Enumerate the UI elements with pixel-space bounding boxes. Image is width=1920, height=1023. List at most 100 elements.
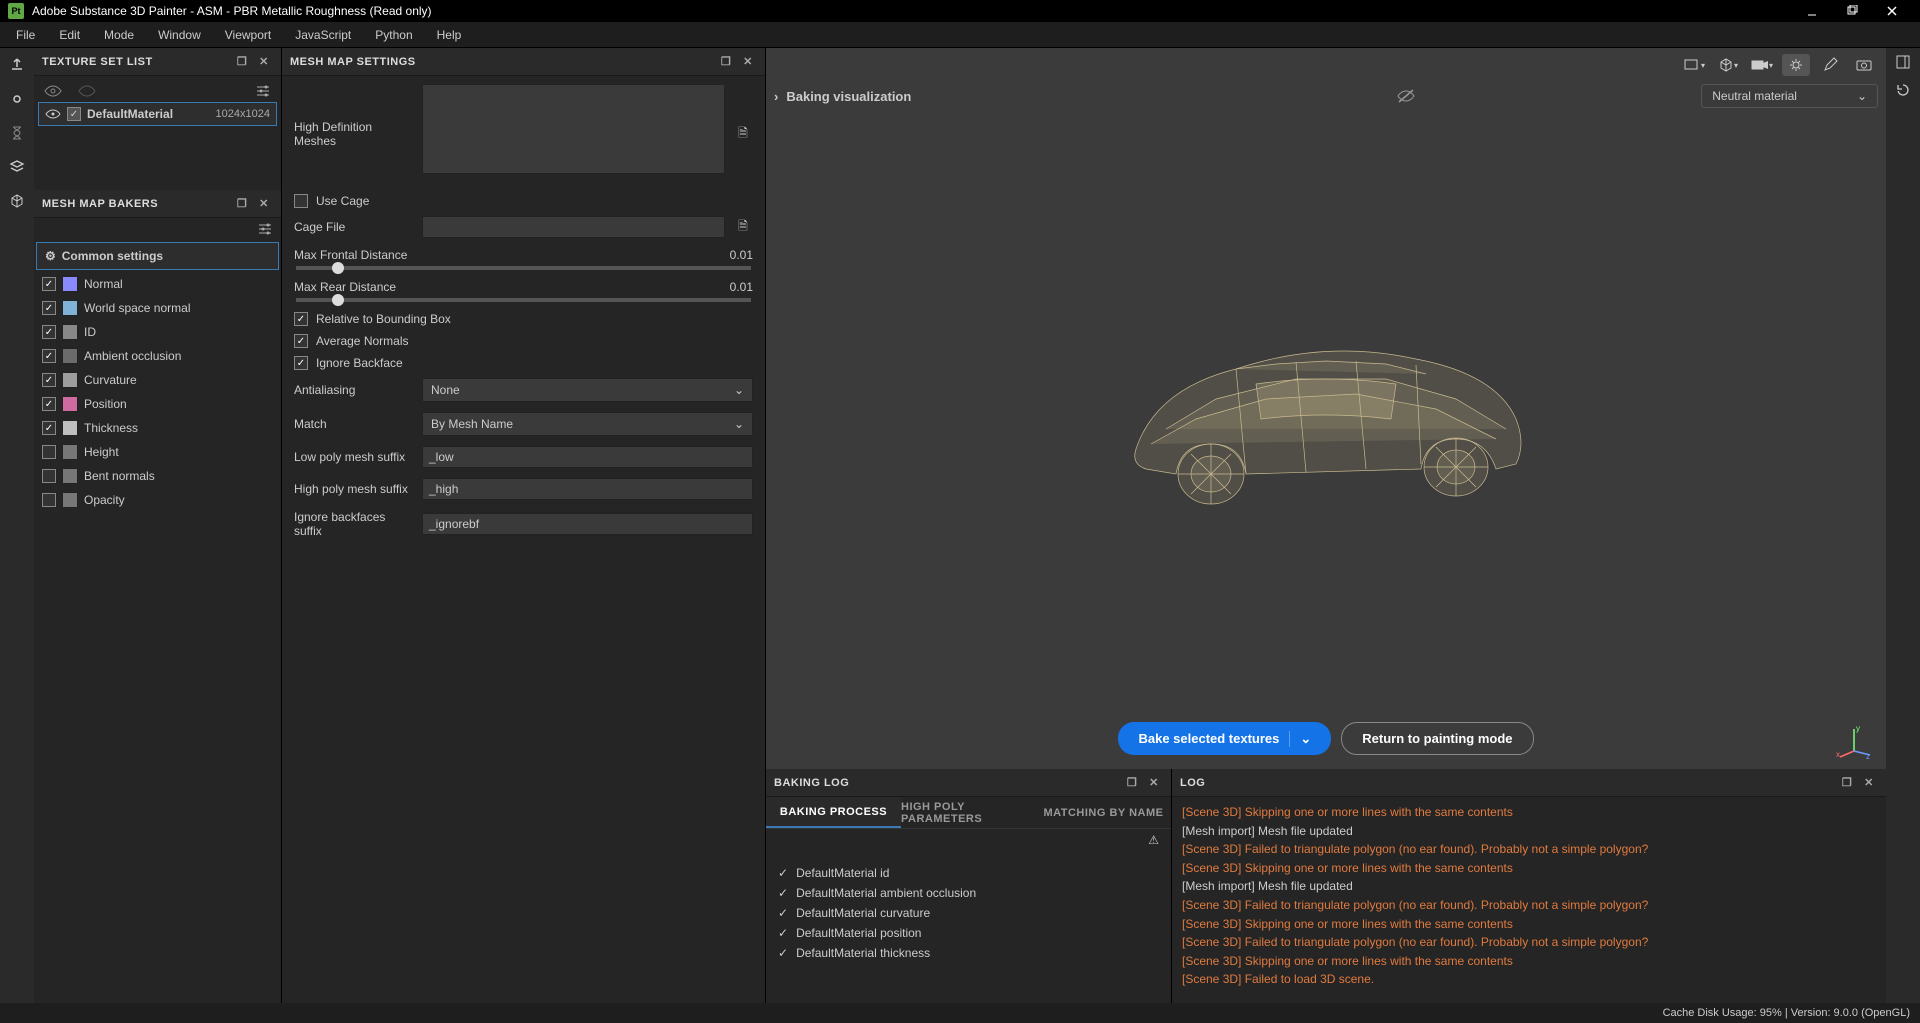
axis-gizmo[interactable]: y x z (1836, 723, 1872, 759)
baker-row[interactable]: Curvature (34, 368, 281, 392)
antialiasing-select[interactable]: None⌄ (422, 378, 753, 402)
max-frontal-slider[interactable] (296, 266, 751, 270)
camera-icon[interactable]: ▾ (1748, 54, 1776, 76)
average-normals-checkbox[interactable] (294, 334, 308, 348)
export-icon[interactable] (6, 54, 28, 76)
baker-row[interactable]: Normal (34, 272, 281, 296)
tab-matching-by-name[interactable]: MATCHING BY NAME (1036, 797, 1171, 828)
hourglass-icon[interactable] (6, 122, 28, 144)
settings-lines-icon[interactable] (257, 222, 273, 236)
menu-window[interactable]: Window (146, 24, 213, 46)
close-icon[interactable]: ✕ (739, 55, 757, 69)
ignore-backface-checkbox[interactable] (294, 356, 308, 370)
baker-checkbox[interactable] (42, 397, 56, 411)
history-icon[interactable] (1895, 82, 1911, 98)
eye-visible-icon[interactable] (44, 84, 62, 98)
cage-file-field[interactable] (422, 216, 725, 238)
perspective-icon[interactable]: ▾ (1680, 54, 1708, 76)
file-browse-icon[interactable]: 🗎 (733, 124, 753, 145)
link-icon[interactable] (6, 88, 28, 110)
max-frontal-value[interactable]: 0.01 (730, 248, 753, 262)
return-to-painting-mode-button[interactable]: Return to painting mode (1341, 722, 1533, 755)
baker-checkbox[interactable] (42, 301, 56, 315)
material-select[interactable]: Neutral material ⌄ (1701, 84, 1878, 108)
viewport-3d[interactable]: ▾ ▾ ▾ › Baking visualization Neutral mat… (766, 48, 1886, 769)
close-icon[interactable]: ✕ (255, 197, 273, 211)
warning-icon[interactable]: ⚠ (1148, 833, 1159, 847)
undock-icon[interactable]: ❐ (1838, 776, 1856, 790)
file-browse-icon[interactable]: 🗎 (733, 217, 753, 238)
eye-icon[interactable] (45, 108, 61, 120)
cube-icon[interactable] (6, 190, 28, 212)
check-icon: ✓ (778, 866, 788, 880)
bake-selected-textures-button[interactable]: Bake selected textures ⌄ (1118, 722, 1331, 755)
log-line: [Mesh import] Mesh file updated (1182, 877, 1876, 896)
hd-meshes-dropzone[interactable] (422, 84, 725, 174)
baker-checkbox[interactable] (42, 325, 56, 339)
brush-icon[interactable] (1816, 54, 1844, 76)
menu-edit[interactable]: Edit (47, 24, 92, 46)
baker-checkbox[interactable] (42, 445, 56, 459)
undock-icon[interactable]: ❐ (233, 197, 251, 211)
baker-checkbox[interactable] (42, 469, 56, 483)
chevron-down-icon: ⌄ (734, 417, 744, 431)
screenshot-icon[interactable] (1850, 54, 1878, 76)
baker-swatch-icon (62, 276, 78, 292)
match-select[interactable]: By Mesh Name⌄ (422, 412, 753, 436)
tab-baking-process[interactable]: BAKING PROCESS (766, 797, 901, 828)
baker-checkbox[interactable] (42, 277, 56, 291)
baker-row[interactable]: Ambient occlusion (34, 344, 281, 368)
max-rear-slider[interactable] (296, 298, 751, 302)
max-rear-value[interactable]: 0.01 (730, 280, 753, 294)
texture-set-list-panel: TEXTURE SET LIST ❐ ✕ (34, 48, 281, 190)
menu-viewport[interactable]: Viewport (213, 24, 283, 46)
baker-common-settings[interactable]: ⚙ Common settings (36, 242, 279, 270)
baker-checkbox[interactable] (42, 421, 56, 435)
baker-row[interactable]: Opacity (34, 488, 281, 512)
chevron-down-icon[interactable]: ⌄ (1289, 731, 1311, 747)
baking-visualization-toggle[interactable]: › Baking visualization (774, 89, 911, 104)
eye-outline-icon[interactable] (78, 84, 96, 98)
high-suffix-field[interactable]: _high (422, 478, 753, 500)
check-icon: ✓ (778, 926, 788, 940)
use-cage-checkbox[interactable] (294, 194, 308, 208)
eye-off-icon[interactable] (1396, 88, 1416, 104)
menu-javascript[interactable]: JavaScript (283, 24, 363, 46)
minimize-button[interactable] (1792, 0, 1832, 22)
baker-row[interactable]: Thickness (34, 416, 281, 440)
relative-bbox-checkbox[interactable] (294, 312, 308, 326)
close-icon[interactable]: ✕ (255, 55, 273, 69)
baker-checkbox[interactable] (42, 493, 56, 507)
ignore-bf-suffix-field[interactable]: _ignorebf (422, 513, 753, 535)
undock-icon[interactable]: ❐ (233, 55, 251, 69)
settings-lines-icon[interactable] (255, 84, 271, 98)
undock-icon[interactable]: ❐ (1123, 776, 1141, 790)
cube-view-icon[interactable]: ▾ (1714, 54, 1742, 76)
baker-row[interactable]: Bent normals (34, 464, 281, 488)
mesh-preview[interactable] (766, 48, 1886, 769)
baker-checkbox[interactable] (42, 349, 56, 363)
mesh-map-settings-body: High Definition Meshes 🗎 Use Cage Cage F… (282, 76, 765, 1003)
close-icon[interactable]: ✕ (1860, 776, 1878, 790)
baker-label: Opacity (84, 493, 125, 507)
menu-help[interactable]: Help (425, 24, 474, 46)
baker-row[interactable]: Height (34, 440, 281, 464)
baker-row[interactable]: ID (34, 320, 281, 344)
menu-python[interactable]: Python (363, 24, 424, 46)
layers-icon[interactable] (6, 156, 28, 178)
undock-icon[interactable]: ❐ (717, 55, 735, 69)
maximize-button[interactable] (1832, 0, 1872, 22)
tab-high-poly-parameters[interactable]: HIGH POLY PARAMETERS (901, 797, 1036, 828)
texture-set-checkbox[interactable]: ✓ (67, 107, 81, 121)
render-mode-icon[interactable] (1782, 54, 1810, 76)
baker-row[interactable]: Position (34, 392, 281, 416)
low-suffix-field[interactable]: _low (422, 446, 753, 468)
menu-file[interactable]: File (4, 24, 47, 46)
baker-checkbox[interactable] (42, 373, 56, 387)
texture-set-item[interactable]: ✓ DefaultMaterial 1024x1024 (38, 102, 277, 126)
close-button[interactable] (1872, 0, 1912, 22)
baker-row[interactable]: World space normal (34, 296, 281, 320)
close-icon[interactable]: ✕ (1145, 776, 1163, 790)
panel-toggle-icon[interactable] (1895, 54, 1911, 70)
menu-mode[interactable]: Mode (92, 24, 146, 46)
